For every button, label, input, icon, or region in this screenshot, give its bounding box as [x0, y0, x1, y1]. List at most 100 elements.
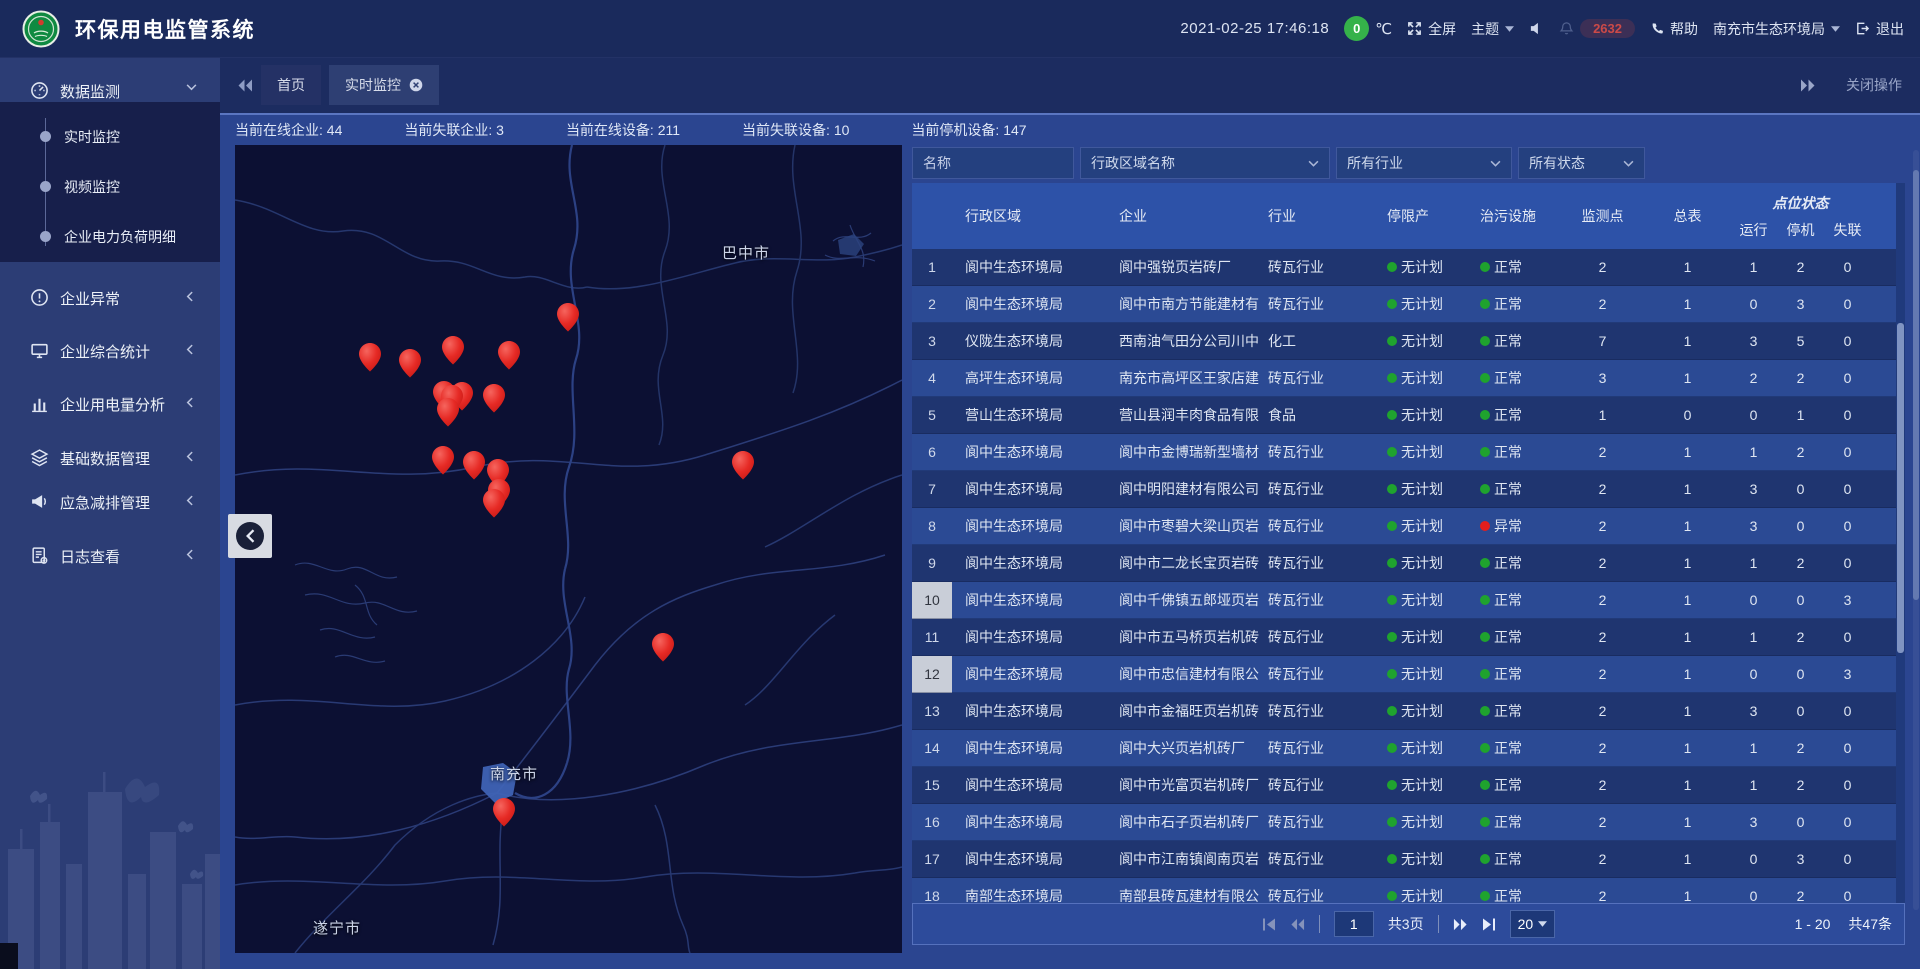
scrollbar-thumb[interactable]: [1913, 170, 1919, 600]
row-stop-plan: 无计划: [1375, 804, 1470, 841]
page-size-select[interactable]: 20: [1510, 910, 1556, 938]
table-row[interactable]: 3仪陇生态环境局西南油气田分公司川中化工无计划正常71350: [912, 323, 1905, 360]
row-stop-plan: 无计划: [1375, 582, 1470, 619]
table-row[interactable]: 9阆中生态环境局阆中市二龙长宝页岩砖砖瓦行业无计划正常21120: [912, 545, 1905, 582]
region-select[interactable]: 行政区域名称: [1080, 147, 1330, 179]
close-icon[interactable]: [409, 78, 423, 92]
row-lost: 0: [1824, 249, 1871, 286]
tabs-scroll-right-button[interactable]: [1800, 79, 1816, 92]
row-district: 阆中生态环境局: [952, 693, 1105, 730]
table-row[interactable]: 15阆中生态环境局阆中市光富页岩机砖厂砖瓦行业无计划正常21120: [912, 767, 1905, 804]
status-select[interactable]: 所有状态: [1518, 147, 1645, 179]
map-canvas[interactable]: 巴中市南充市遂宁市: [235, 145, 902, 953]
col-enterprise: 企业: [1105, 183, 1262, 249]
table-row[interactable]: 6阆中生态环境局阆中市金博瑞新型墙材砖瓦行业无计划正常21120: [912, 434, 1905, 471]
row-stop-plan: 无计划: [1375, 878, 1470, 903]
col-index: [912, 183, 952, 249]
row-industry: 砖瓦行业: [1262, 804, 1375, 841]
page-scrollbar[interactable]: [1913, 150, 1919, 910]
theme-dropdown[interactable]: 主题: [1471, 19, 1514, 39]
table-row[interactable]: 14阆中生态环境局阆中大兴页岩机砖厂砖瓦行业无计划正常21120: [912, 730, 1905, 767]
table-row[interactable]: 1阆中生态环境局阆中强锐页岩砖厂砖瓦行业无计划正常21120: [912, 249, 1905, 286]
main-panel: 巴中市南充市遂宁市 行政区域名称 所有行业: [220, 145, 1920, 969]
table-row[interactable]: 7阆中生态环境局阆中明阳建材有限公司砖瓦行业无计划正常21300: [912, 471, 1905, 508]
sidebar-group-power-analysis[interactable]: 企业用电量分析: [0, 384, 220, 424]
row-industry: 砖瓦行业: [1262, 249, 1375, 286]
tab-home[interactable]: 首页: [261, 65, 321, 105]
row-run: 1: [1730, 249, 1777, 286]
chevron-left-icon: [236, 522, 264, 550]
table-row[interactable]: 16阆中生态环境局阆中市石子页岩机砖厂砖瓦行业无计划正常21300: [912, 804, 1905, 841]
table-row[interactable]: 4高坪生态环境局南充市高坪区王家店建砖瓦行业无计划正常31220: [912, 360, 1905, 397]
row-district: 阆中生态环境局: [952, 841, 1105, 878]
city-skyline-decoration: [0, 734, 220, 969]
mute-speaker-button[interactable]: [1529, 21, 1544, 36]
industry-select[interactable]: 所有行业: [1336, 147, 1512, 179]
row-lost: 0: [1824, 730, 1871, 767]
table-row[interactable]: 8阆中生态环境局阆中市枣碧大梁山页岩砖瓦行业无计划异常21300: [912, 508, 1905, 545]
help-button[interactable]: 帮助: [1650, 19, 1698, 39]
org-dropdown[interactable]: 南充市生态环境局: [1713, 19, 1840, 39]
row-district: 阆中生态环境局: [952, 767, 1105, 804]
sidebar-group-log-view[interactable]: 日志查看: [0, 536, 220, 576]
table-row[interactable]: 12阆中生态环境局阆中市忠信建材有限公砖瓦行业无计划正常21003: [912, 656, 1905, 693]
row-stop-plan: 无计划: [1375, 656, 1470, 693]
table-row[interactable]: 11阆中生态环境局阆中市五马桥页岩机砖砖瓦行业无计划正常21120: [912, 619, 1905, 656]
row-total-meter: 1: [1645, 767, 1730, 804]
first-page-button[interactable]: [1262, 918, 1276, 931]
row-total-meter: 1: [1645, 471, 1730, 508]
last-page-button[interactable]: [1482, 918, 1496, 931]
row-lost: 0: [1824, 508, 1871, 545]
chevron-down-icon: [1505, 26, 1514, 32]
table-row[interactable]: 2阆中生态环境局阆中市南方节能建材有砖瓦行业无计划正常21030: [912, 286, 1905, 323]
row-lost: 0: [1824, 693, 1871, 730]
sidebar-item-power-load-detail[interactable]: 企业电力负荷明细: [0, 211, 220, 261]
table-scrollbar[interactable]: [1896, 183, 1905, 903]
notifications[interactable]: 2632: [1559, 19, 1635, 38]
row-stop-plan: 无计划: [1375, 693, 1470, 730]
row-district: 阆中生态环境局: [952, 508, 1105, 545]
name-search-input[interactable]: [912, 147, 1074, 179]
col-monitor-points: 监测点: [1560, 183, 1645, 249]
sidebar-group-enterprise-statistics[interactable]: 企业综合统计: [0, 331, 220, 371]
status-dot-icon: [1480, 410, 1490, 420]
fullscreen-icon: [1407, 21, 1422, 36]
panel-collapse-button[interactable]: [228, 514, 272, 558]
status-dot-icon: [1387, 558, 1397, 568]
row-district: 营山生态环境局: [952, 397, 1105, 434]
monitor-icon: [30, 341, 49, 360]
row-run: 1: [1730, 619, 1777, 656]
status-dot-icon: [1387, 817, 1397, 827]
table-row[interactable]: 10阆中生态环境局阆中千佛镇五郎垭页岩砖瓦行业无计划正常21003: [912, 582, 1905, 619]
row-total-meter: 1: [1645, 841, 1730, 878]
range-label: 1 - 20: [1795, 916, 1831, 932]
fullscreen-button[interactable]: 全屏: [1407, 19, 1456, 39]
row-lost: 0: [1824, 286, 1871, 323]
sidebar-item-video-monitor[interactable]: 视频监控: [0, 161, 220, 211]
table-row[interactable]: 18南部生态环境局南部县砖瓦建材有限公砖瓦行业无计划正常21020: [912, 878, 1905, 903]
tab-realtime-monitor[interactable]: 实时监控: [329, 65, 439, 105]
sidebar-group-enterprise-abnormal[interactable]: 企业异常: [0, 278, 220, 318]
col-lost: 失联: [1824, 220, 1871, 240]
close-operations-menu[interactable]: 关闭操作: [1846, 75, 1902, 95]
row-district: 阆中生态环境局: [952, 656, 1105, 693]
sidebar-group-emergency-reduction[interactable]: 应急减排管理: [0, 482, 220, 522]
row-industry: 砖瓦行业: [1262, 434, 1375, 471]
chevron-down-icon: [1831, 26, 1840, 32]
tabs-scroll-left-button[interactable]: [237, 79, 253, 92]
row-industry: 砖瓦行业: [1262, 582, 1375, 619]
table-row[interactable]: 5营山生态环境局营山县润丰肉食品有限食品无计划正常10010: [912, 397, 1905, 434]
table-row[interactable]: 17阆中生态环境局阆中市江南镇阆南页岩砖瓦行业无计划正常21030: [912, 841, 1905, 878]
table-row[interactable]: 13阆中生态环境局阆中市金福旺页岩机砖砖瓦行业无计划正常21300: [912, 693, 1905, 730]
prev-page-button[interactable]: [1290, 918, 1305, 931]
status-dot-icon: [1387, 632, 1397, 642]
status-dot-icon: [1480, 632, 1490, 642]
next-page-button[interactable]: [1453, 918, 1468, 931]
row-facility: 正常: [1470, 434, 1560, 471]
row-monitor-points: 7: [1560, 323, 1645, 360]
logout-button[interactable]: 退出: [1855, 19, 1904, 39]
sidebar-item-realtime-monitor[interactable]: 实时监控: [0, 111, 220, 161]
sidebar-group-base-data[interactable]: 基础数据管理: [0, 438, 220, 478]
scrollbar-thumb[interactable]: [1897, 323, 1904, 653]
page-number-input[interactable]: [1334, 911, 1374, 937]
